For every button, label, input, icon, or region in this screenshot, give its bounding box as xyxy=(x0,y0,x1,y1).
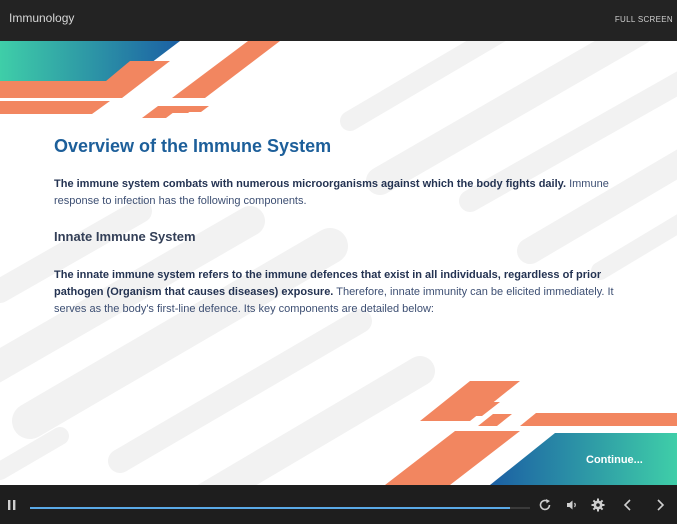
progress-bar[interactable] xyxy=(30,507,530,509)
intro-paragraph: The immune system combats with numerous … xyxy=(54,176,614,210)
continue-button[interactable]: Continue... xyxy=(586,454,643,466)
course-title: Immunology xyxy=(9,11,75,25)
pause-icon[interactable] xyxy=(4,497,20,513)
slide-heading: Overview of the Immune System xyxy=(54,136,332,156)
chevron-left-icon[interactable] xyxy=(620,497,636,513)
section-heading: Innate Immune System xyxy=(54,229,196,244)
slide-background-decoration xyxy=(0,41,677,485)
replay-icon[interactable] xyxy=(537,497,553,513)
progress-fill xyxy=(30,507,510,509)
innate-paragraph: The innate immune system refers to the i… xyxy=(54,267,624,318)
player-controls xyxy=(0,485,677,524)
fullscreen-button[interactable]: FULL SCREEN xyxy=(615,15,673,24)
top-bar: Immunology FULL SCREEN xyxy=(0,0,677,41)
volume-icon[interactable] xyxy=(564,497,580,513)
gear-icon[interactable] xyxy=(590,497,606,513)
chevron-right-icon[interactable] xyxy=(652,497,668,513)
slide-canvas: Overview of the Immune System The immune… xyxy=(0,41,677,485)
intro-bold-text: The immune system combats with numerous … xyxy=(54,178,567,190)
